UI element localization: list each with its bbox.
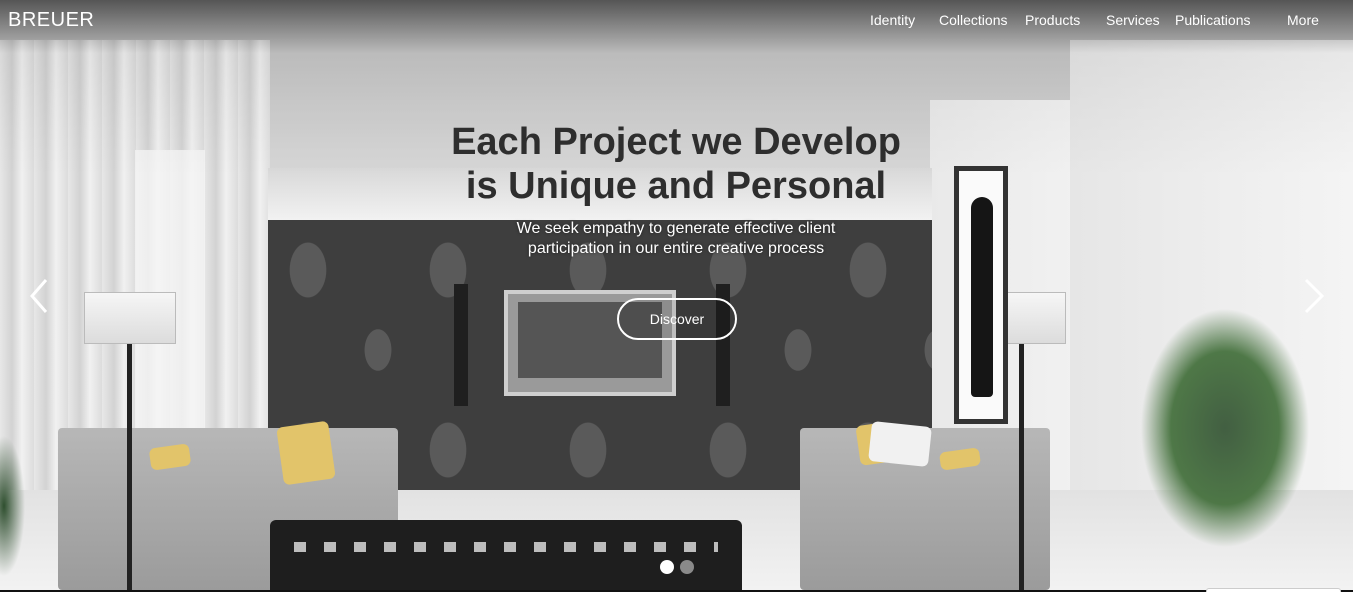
main-nav: Identity Collections Products Services P… xyxy=(0,12,1353,32)
nav-item-services[interactable]: Services xyxy=(1106,12,1160,28)
hero-headline: Each Project we Develop is Unique and Pe… xyxy=(376,120,976,208)
slider-dot-2[interactable] xyxy=(680,560,694,574)
slider-prev-button[interactable] xyxy=(24,276,58,316)
discover-button[interactable]: Discover xyxy=(617,298,737,340)
corner-tab[interactable] xyxy=(1206,588,1341,592)
hero-headline-line-1: Each Project we Develop xyxy=(451,121,901,163)
nav-item-more[interactable]: More xyxy=(1287,12,1319,28)
nav-item-publications[interactable]: Publications xyxy=(1175,12,1251,28)
chevron-left-icon xyxy=(30,279,48,313)
hero-subheadline: We seek empathy to generate effective cl… xyxy=(426,219,926,259)
slider-dot-1[interactable] xyxy=(660,560,674,574)
chevron-right-icon xyxy=(1304,278,1325,314)
nav-item-products[interactable]: Products xyxy=(1025,12,1080,28)
hero-subheadline-line-1: We seek empathy to generate effective cl… xyxy=(516,220,836,237)
hero-slider xyxy=(0,0,1353,590)
hero-subheadline-line-2: participation in our entire creative pro… xyxy=(527,240,825,257)
nav-item-identity[interactable]: Identity xyxy=(870,12,915,28)
slider-next-button[interactable] xyxy=(1296,276,1330,316)
hero-headline-line-2: is Unique and Personal xyxy=(465,165,887,207)
nav-item-collections[interactable]: Collections xyxy=(939,12,1007,28)
